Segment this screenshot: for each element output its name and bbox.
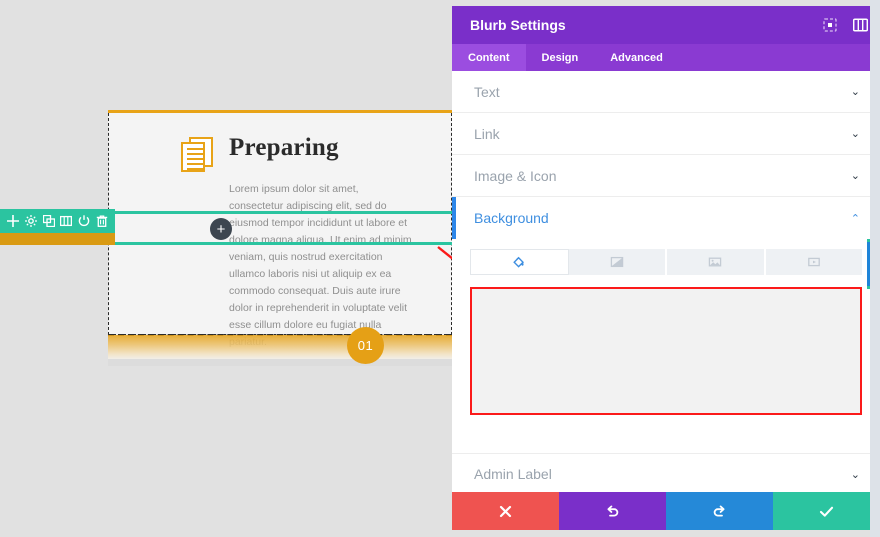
chevron-down-icon: ⌄ [850,170,860,182]
power-icon[interactable] [75,209,93,233]
panel-bottom-gap [452,530,880,537]
gear-icon[interactable] [22,209,40,233]
module-footer-shadow [108,359,452,366]
blurb-settings-panel: Blurb Settings Content Design Advanced T… [452,0,880,537]
section-admin-label[interactable]: Admin Label ⌄ [452,453,880,492]
toolbar-underbar [0,233,115,245]
redo-icon [713,505,725,516]
module-number-badge: 01 [347,327,384,364]
blurb-title: Preparing [229,134,339,161]
section-image-icon[interactable]: Image & Icon ⌄ [452,155,880,197]
background-type-tabs [452,239,880,275]
gradient-icon [610,256,623,268]
app-root: Preparing Lorem ipsum dolor sit amet, co… [0,0,880,537]
background-image-tab[interactable] [667,249,766,275]
tab-advanced[interactable]: Advanced [594,44,679,71]
module-toolbar[interactable] [0,209,115,233]
background-color-picker-area[interactable] [470,287,862,415]
add-module-button[interactable]: + [210,218,232,240]
section-image-icon-label: Image & Icon [474,167,557,184]
panel-title: Blurb Settings [470,17,566,33]
section-link[interactable]: Link ⌄ [452,113,880,155]
image-icon [708,257,722,267]
save-button[interactable] [773,492,880,530]
cancel-button[interactable] [452,492,559,530]
page-canvas: Preparing Lorem ipsum dolor sit amet, co… [0,0,469,537]
page-right-edge [870,0,880,537]
panel-footer [452,492,880,530]
section-text-label: Text [474,83,500,100]
trash-icon[interactable] [93,209,111,233]
panel-header-icons [822,6,868,44]
paint-bucket-icon [513,256,525,268]
video-icon [807,257,820,267]
module-content-box[interactable]: Preparing Lorem ipsum dolor sit amet, co… [108,113,452,348]
chevron-down-icon: ⌄ [850,86,860,98]
columns-icon[interactable] [57,209,75,233]
background-color-tab[interactable] [470,249,569,275]
blurb-body-text: Lorem ipsum dolor sit amet, consectetur … [229,183,412,348]
section-background[interactable]: Background ⌃ [452,197,880,239]
panel-header: Blurb Settings [452,6,880,44]
section-text[interactable]: Text ⌄ [452,71,880,113]
chevron-up-icon: ⌃ [850,212,860,225]
chevron-down-icon: ⌄ [850,468,860,481]
blurb-module[interactable]: Preparing Lorem ipsum dolor sit amet, co… [108,110,452,366]
blurb-header: Preparing [181,131,441,173]
duplicate-icon[interactable] [40,209,58,233]
undo-icon [607,505,619,516]
tab-design[interactable]: Design [526,44,595,71]
panel-body: Text ⌄ Link ⌄ Image & Icon ⌄ Background … [452,71,880,492]
close-icon [499,505,512,517]
undo-button[interactable] [559,492,666,530]
background-gradient-tab[interactable] [568,249,667,275]
module-bottom-gradient-strip [108,335,452,359]
background-video-tab[interactable] [765,249,862,275]
panel-tabs: Content Design Advanced [452,44,880,71]
section-link-label: Link [474,125,500,142]
section-background-label: Background [474,210,549,226]
layout-icon[interactable] [852,17,868,33]
move-icon[interactable] [4,209,22,233]
chevron-down-icon: ⌄ [850,128,860,140]
blurb-inner: Preparing Lorem ipsum dolor sit amet, co… [181,131,441,351]
check-icon [819,506,834,517]
settings-section-list: Text ⌄ Link ⌄ Image & Icon ⌄ Background … [452,71,880,492]
document-stack-icon [181,137,215,173]
focus-icon[interactable] [822,17,838,33]
tab-content[interactable]: Content [452,44,526,71]
redo-button[interactable] [666,492,773,530]
section-admin-label-text: Admin Label [474,466,552,482]
